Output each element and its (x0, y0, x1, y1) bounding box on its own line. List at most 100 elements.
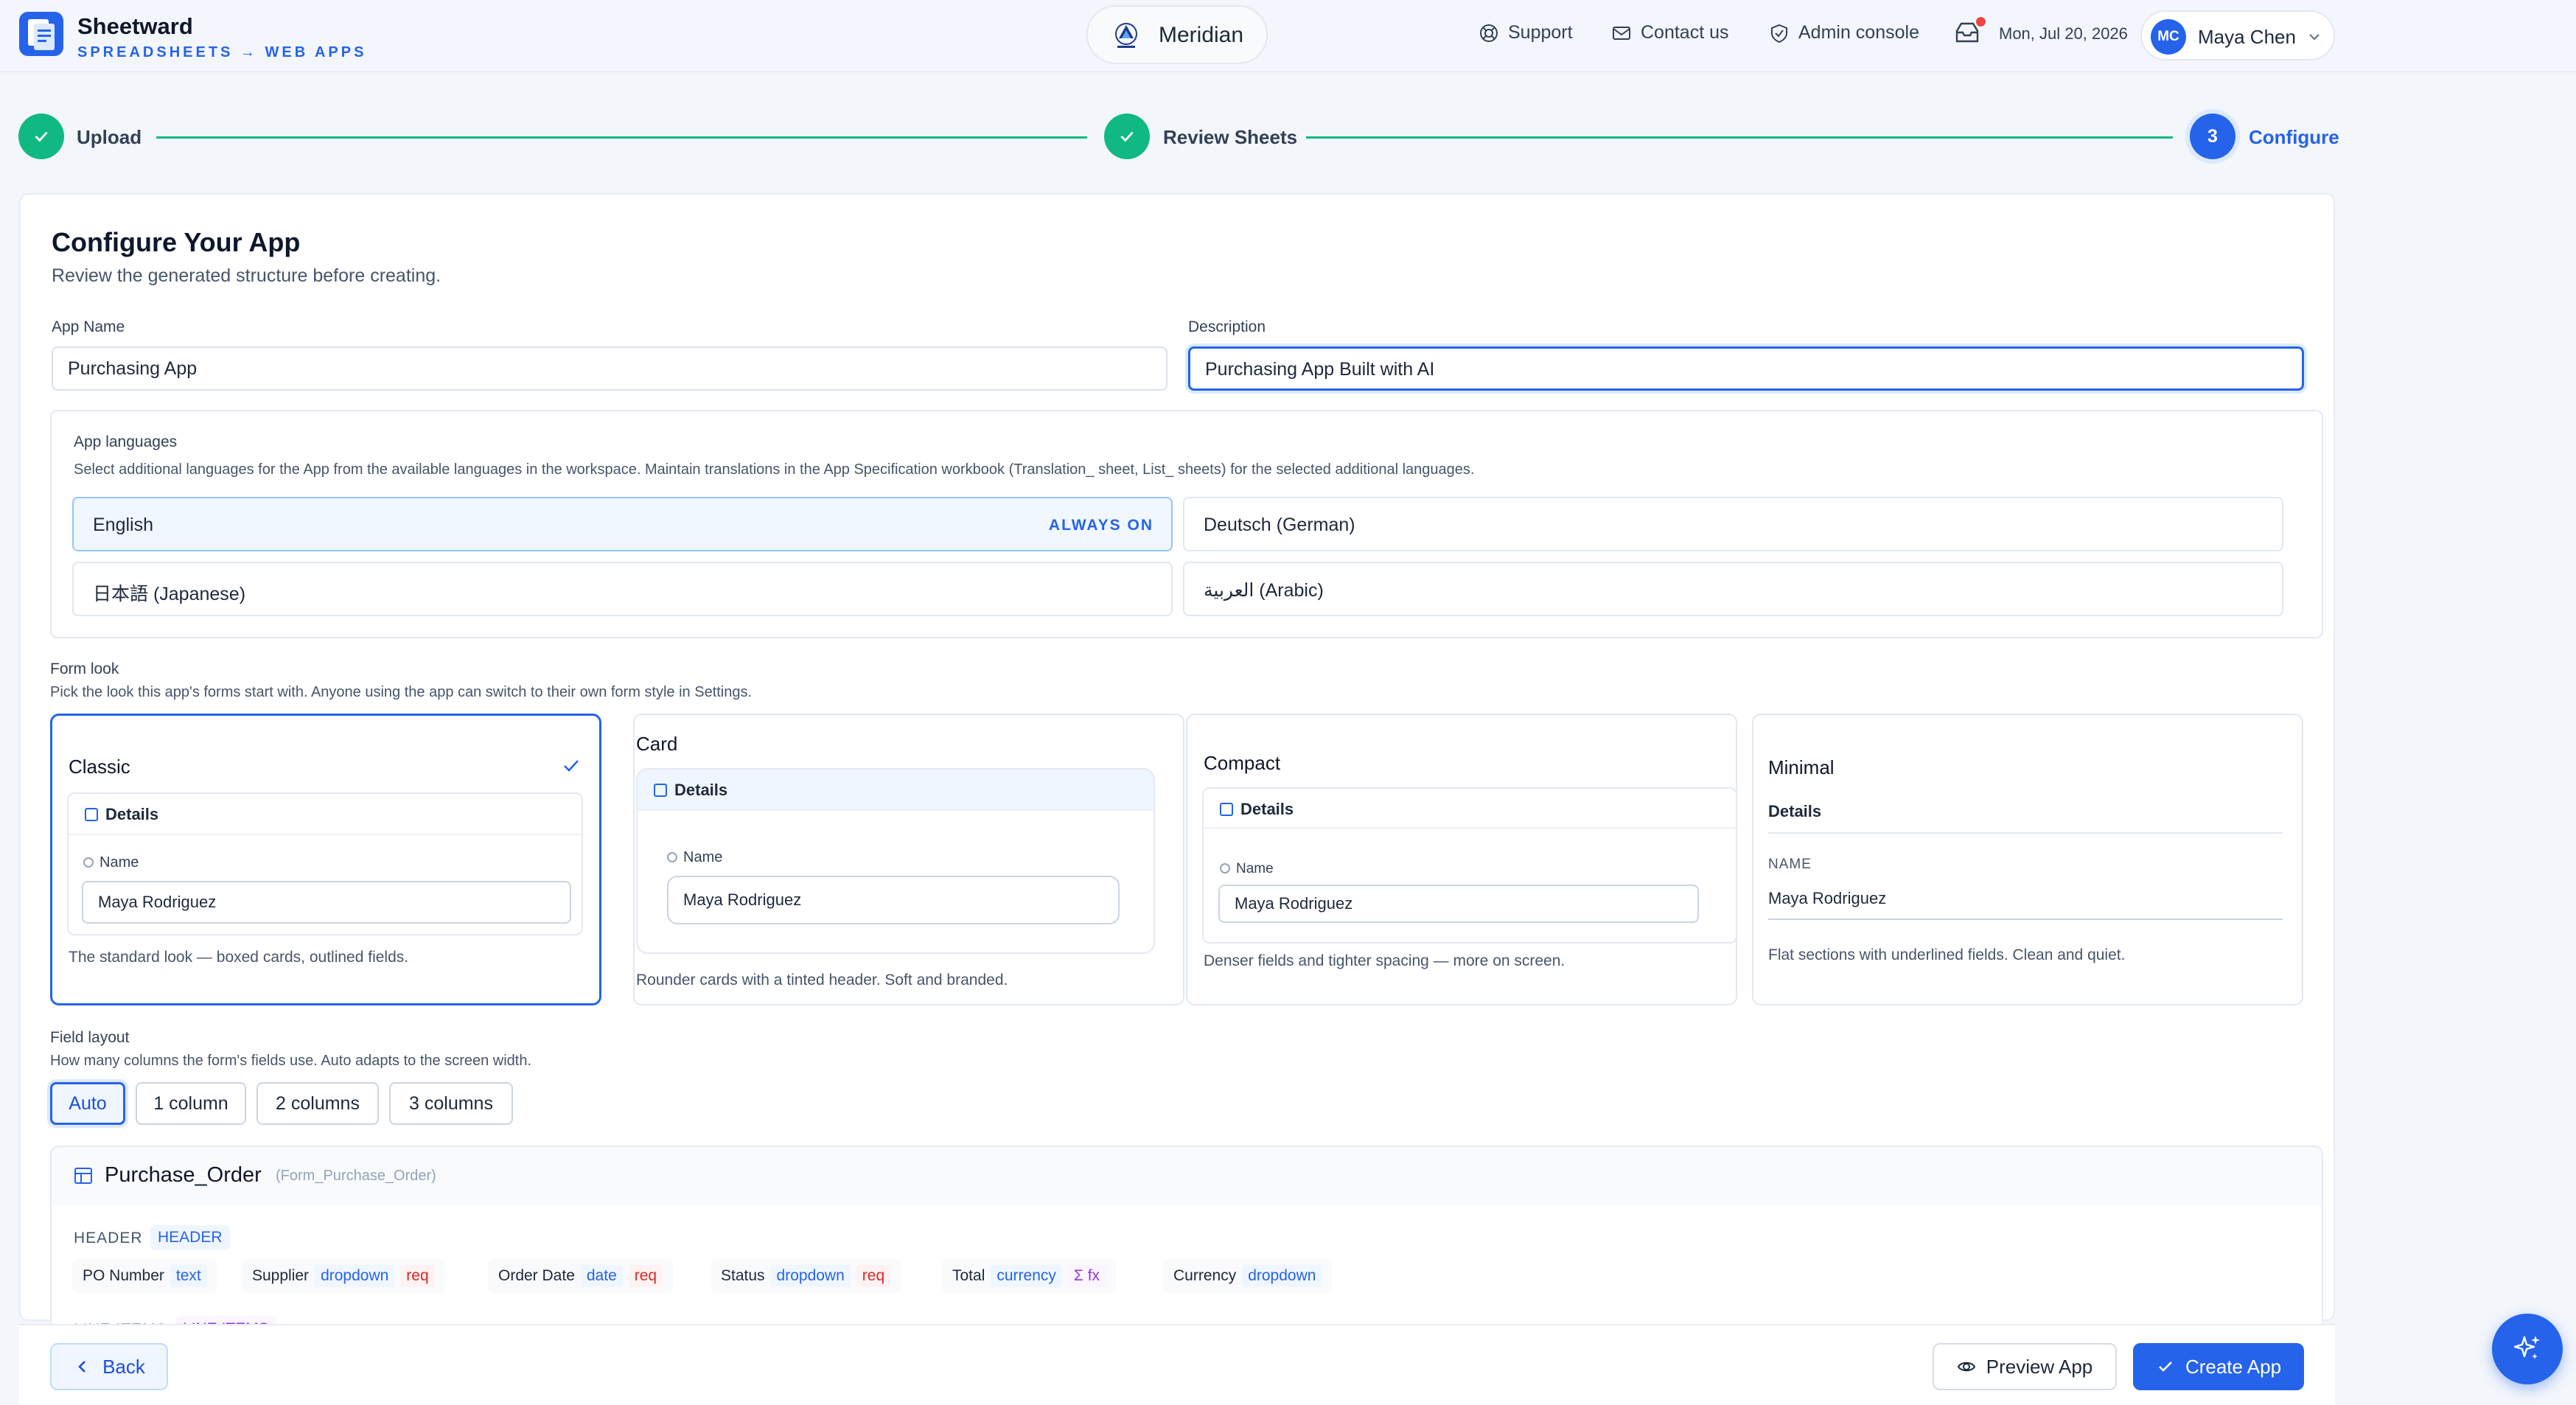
section-label: HEADER (74, 1230, 143, 1247)
back-button[interactable]: Back (50, 1343, 168, 1390)
divider (1768, 832, 2283, 834)
languages-title: App languages (74, 433, 178, 450)
create-app-label: Create App (2185, 1355, 2282, 1378)
layout-option-3-columns[interactable]: 3 columns (389, 1082, 513, 1125)
form-look-description: Rounder cards with a tinted header. Soft… (636, 972, 1008, 989)
form-preview: Details Name Maya Rodriguez (1202, 787, 1737, 944)
languages-hint: Select additional languages for the App … (74, 461, 1475, 478)
preview-field-label: NAME (1768, 857, 1812, 872)
support-link[interactable]: Support (1479, 22, 1573, 43)
step-connector (156, 136, 1087, 139)
preview-section-header: Details (1204, 789, 1736, 829)
eye-icon (1957, 1362, 1975, 1372)
page-title: Configure Your App (52, 227, 301, 257)
preview-field-input: Maya Rodriguez (667, 876, 1120, 924)
entity-name: Purchase_Order (105, 1163, 262, 1187)
brand-tagline: SPREADSHEETS → WEB APPS (77, 44, 367, 60)
form-look-name: Classic (69, 756, 130, 778)
field-chip-currency[interactable]: Currency dropdown (1163, 1259, 1333, 1293)
contact-label: Contact us (1641, 22, 1729, 43)
language-option-japanese[interactable]: 日本語 (Japanese) (72, 562, 1173, 616)
section-tag: HEADER (150, 1225, 230, 1250)
preview-field-label: Name (667, 849, 722, 866)
top-bar: Sheetward SPREADSHEETS → WEB APPS Meridi… (0, 0, 2576, 72)
language-label: English (93, 515, 153, 535)
preview-app-button[interactable]: Preview App (1933, 1343, 2117, 1390)
language-option-english[interactable]: English ALWAYS ON (72, 497, 1173, 551)
field-underline (1768, 918, 2283, 920)
workspace-logo-icon (1110, 19, 1142, 52)
support-icon (1480, 24, 1498, 42)
preview-app-label: Preview App (1986, 1355, 2093, 1378)
field-chip-po-number[interactable]: PO Number text (72, 1259, 217, 1293)
description-input[interactable]: Purchasing App Built with AI (1188, 346, 2304, 391)
current-date: Mon, Jul 20, 2026 (1999, 24, 2128, 43)
chevron-left-icon (78, 1361, 86, 1373)
form-look-name: Card (636, 733, 678, 755)
layout-option-1-column[interactable]: 1 column (136, 1082, 246, 1125)
preview-field-input: Maya Rodriguez (82, 881, 571, 924)
field-chip-total[interactable]: Total currency Σ fx (942, 1259, 1117, 1293)
app-languages-panel: App languages Select additional language… (50, 410, 2323, 638)
avatar: MC (2151, 19, 2186, 55)
form-look-compact[interactable]: Compact Details Name Maya Rodriguez Dens… (1186, 714, 1737, 1005)
preview-field-input: Maya Rodriguez (1218, 885, 1699, 923)
chevron-down-icon (2309, 34, 2320, 41)
field-chip-supplier[interactable]: Supplier dropdown req (242, 1259, 445, 1293)
contact-link[interactable]: Contact us (1611, 22, 1729, 43)
field-layout-hint: How many columns the form's fields use. … (50, 1053, 532, 1069)
form-look-title: Form look (50, 660, 119, 677)
layout-option-auto[interactable]: Auto (50, 1082, 125, 1125)
form-look-description: Denser fields and tighter spacing — more… (1204, 952, 1566, 969)
support-label: Support (1508, 22, 1573, 43)
preview-field-input: Maya Rodriguez (1768, 889, 1887, 907)
form-look-name: Compact (1204, 752, 1281, 774)
step-review-check-icon[interactable] (1104, 114, 1150, 159)
form-look-card[interactable]: Card Details Name Maya Rodriguez Rounder… (633, 714, 1184, 1005)
description-label: Description (1188, 318, 1266, 335)
create-app-button[interactable]: Create App (2133, 1343, 2304, 1390)
field-chip-status[interactable]: Status dropdown req (711, 1259, 901, 1293)
ai-assistant-button[interactable] (2492, 1314, 2563, 1384)
form-preview: Details Name Maya Rodriguez (67, 792, 583, 935)
check-icon (2159, 1362, 2172, 1372)
layout-option-2-columns[interactable]: 2 columns (256, 1082, 379, 1125)
form-look-hint: Pick the look this app's forms start wit… (50, 684, 753, 700)
language-label: 日本語 (Japanese) (93, 584, 246, 604)
preview-section-header: Details (638, 770, 1153, 811)
app-name-label: App Name (52, 318, 125, 335)
form-look-minimal[interactable]: Minimal Details NAME Maya Rodriguez Flat… (1752, 714, 2303, 1005)
workspace-name: Meridian (1159, 23, 1244, 47)
action-bar: Back Preview App Create App (19, 1324, 2335, 1405)
step-review-label: Review Sheets (1163, 126, 1298, 148)
app-logo-icon[interactable] (19, 12, 63, 56)
app-name-input[interactable]: Purchasing App (52, 346, 1167, 391)
user-name: Maya Chen (2198, 26, 2296, 48)
shield-icon (1771, 24, 1787, 43)
language-label: Deutsch (German) (1204, 515, 1355, 535)
form-preview: Details Name Maya Rodriguez (636, 768, 1155, 954)
step-upload-check-icon[interactable] (18, 114, 64, 159)
page-subtitle: Review the generated structure before cr… (52, 265, 441, 286)
form-look-classic[interactable]: Classic Details Name Maya Rodriguez The … (50, 714, 601, 1005)
workspace-switcher[interactable]: Meridian (1086, 5, 1268, 64)
preview-section-header: Details (1768, 802, 1822, 820)
admin-console-link[interactable]: Admin console (1769, 22, 1919, 43)
form-look-description: The standard look — boxed cards, outline… (69, 949, 409, 966)
sparkles-icon (2513, 1336, 2540, 1359)
form-look-description: Flat sections with underlined fields. Cl… (1768, 946, 2126, 963)
step-configure-label: Configure (2249, 126, 2339, 148)
preview-field-label: Name (1220, 861, 1274, 877)
language-option-german[interactable]: Deutsch (German) (1183, 497, 2283, 551)
notification-dot (1975, 15, 1987, 28)
language-option-arabic[interactable]: العربية (Arabic) (1183, 562, 2283, 616)
table-icon (74, 1168, 92, 1184)
step-connector (1306, 136, 2173, 139)
always-on-badge: ALWAYS ON (1048, 517, 1153, 534)
step-configure-number[interactable]: 3 (2190, 114, 2235, 159)
form-look-name: Minimal (1768, 756, 1835, 778)
field-layout-title: Field layout (50, 1029, 130, 1046)
back-label: Back (102, 1355, 145, 1378)
user-menu[interactable]: MC Maya Chen (2140, 10, 2335, 60)
field-chip-order-date[interactable]: Order Date date req (488, 1259, 674, 1293)
